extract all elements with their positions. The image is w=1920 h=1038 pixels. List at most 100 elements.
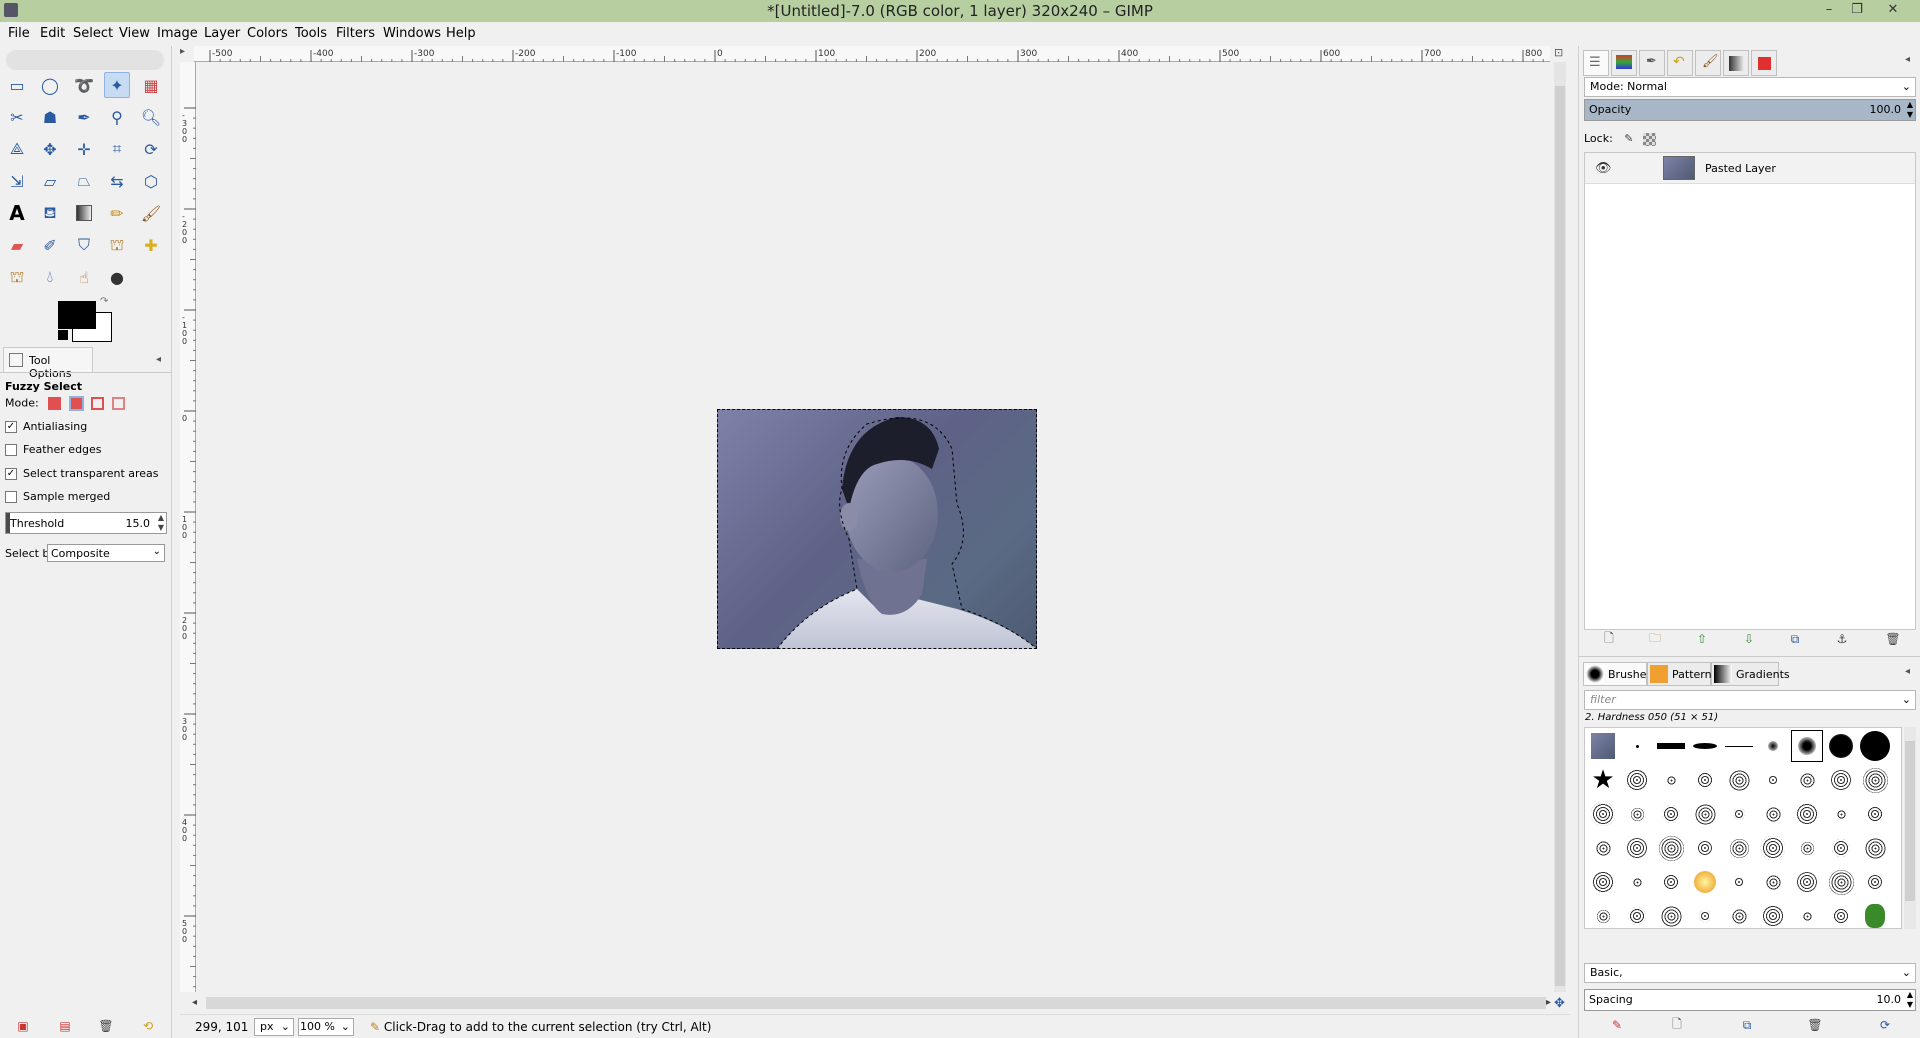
horizontal-scrollbar[interactable] <box>206 997 1546 1009</box>
dodge-burn-tool[interactable]: ● <box>104 264 130 290</box>
brush-preview[interactable] <box>1859 900 1891 928</box>
text-tool[interactable]: A <box>4 200 30 226</box>
pencil-tool[interactable]: ✏ <box>104 200 130 226</box>
rect-select-tool[interactable]: ▭ <box>4 72 30 98</box>
minimize-icon[interactable]: – <box>1816 0 1842 20</box>
unit-dropdown[interactable]: px ⌄ <box>254 1018 294 1036</box>
vertical-scrollbar-thumb[interactable] <box>1555 86 1565 986</box>
brush-preview[interactable] <box>1825 764 1857 796</box>
image-canvas[interactable] <box>717 409 1037 649</box>
scroll-right-icon[interactable]: ▸ <box>1546 997 1551 1008</box>
tab-palette[interactable] <box>1751 50 1777 76</box>
brush-preview[interactable] <box>1757 798 1789 830</box>
mode-subtract-icon[interactable] <box>91 397 105 410</box>
brush-preview[interactable] <box>1757 866 1789 898</box>
horizontal-ruler[interactable]: -500 -400 -300 -200 -100 0 100 200 300 400 500 600 7… <box>194 46 1615 62</box>
brush-preview[interactable] <box>1825 866 1857 898</box>
anchor-layer-icon[interactable]: ⚓︎ <box>1834 631 1850 647</box>
blur-sharpen-tool[interactable]: 💧︎ <box>37 264 63 290</box>
scale-tool[interactable]: ⇲ <box>4 168 30 194</box>
navigate-icon[interactable]: ✥ <box>1554 996 1565 1011</box>
fuzzy-select-tool[interactable]: ✦ <box>104 72 130 98</box>
layer-row[interactable]: 👁︎ Pasted Layer <box>1585 153 1915 184</box>
brush-preview[interactable] <box>1621 866 1653 898</box>
new-layer-group-icon[interactable]: 🗀︎ <box>1647 631 1663 647</box>
brush-preview[interactable] <box>1825 730 1857 762</box>
brush-filter-input[interactable]: filter ⌄ <box>1584 690 1916 710</box>
brush-preview[interactable] <box>1621 798 1653 830</box>
delete-brush-icon[interactable]: 🗑︎ <box>1807 1017 1823 1033</box>
threshold-spin-icon[interactable]: ▲ ▼ <box>158 513 164 533</box>
restore-icon[interactable]: ❐ <box>1844 0 1870 20</box>
menu-layer[interactable]: Layer <box>204 26 240 41</box>
select-by-color-tool[interactable]: ▦ <box>138 72 164 98</box>
sample-merged-option[interactable]: Sample merged <box>5 490 110 503</box>
brush-preview[interactable] <box>1621 832 1653 864</box>
restore-options-icon[interactable]: ▤ <box>57 1018 73 1034</box>
perspective-clone-tool[interactable]: ⛫ <box>4 264 30 290</box>
crop-tool[interactable]: ⌗ <box>104 136 130 162</box>
foreground-select-tool[interactable]: ☗ <box>37 104 63 130</box>
brush-preview[interactable] <box>1825 798 1857 830</box>
move-tool[interactable]: ✥ <box>37 136 63 162</box>
brush-preview[interactable] <box>1621 730 1653 762</box>
tab-channels[interactable] <box>1611 50 1637 76</box>
delete-options-icon[interactable]: 🗑︎ <box>98 1018 114 1034</box>
perspective-tool[interactable]: ⏢ <box>71 168 97 194</box>
antialiasing-option[interactable]: ✓ Antialiasing <box>5 420 87 433</box>
paintbrush-tool[interactable]: 🖌︎ <box>138 200 164 226</box>
shear-tool[interactable]: ▱ <box>37 168 63 194</box>
menu-windows[interactable]: Windows <box>383 26 441 41</box>
clone-tool[interactable]: ⛫ <box>104 232 130 258</box>
brush-preview[interactable] <box>1689 730 1721 762</box>
brush-preview[interactable] <box>1587 900 1619 928</box>
sample-merged-checkbox[interactable] <box>5 491 17 503</box>
menu-view[interactable]: View <box>119 26 150 41</box>
ink-tool[interactable]: ⛉ <box>71 232 97 258</box>
dock-menu-icon[interactable]: ◂ <box>1905 666 1910 677</box>
tab-gradient-editor[interactable] <box>1723 50 1749 76</box>
brush-preview[interactable] <box>1723 730 1755 762</box>
tab-undo-history[interactable]: ↶ <box>1667 50 1693 76</box>
threshold-slider[interactable]: Threshold 15.0 ▲ ▼ <box>5 512 167 534</box>
vertical-ruler[interactable]: -300-200-1000100200300400500600 <box>180 62 196 1038</box>
tab-gradients[interactable]: Gradients <box>1711 662 1790 686</box>
feather-edges-checkbox[interactable] <box>5 444 17 456</box>
ellipse-select-tool[interactable]: ◯ <box>37 72 63 98</box>
delete-layer-icon[interactable]: 🗑︎ <box>1885 631 1901 647</box>
tab-patterns[interactable]: Patterns <box>1647 662 1717 686</box>
brush-preview[interactable] <box>1655 764 1687 796</box>
brush-preview[interactable] <box>1655 832 1687 864</box>
menu-colors[interactable]: Colors <box>247 26 288 41</box>
lock-pixels-icon[interactable]: ✎ <box>1624 132 1633 145</box>
brush-preview[interactable] <box>1791 900 1823 928</box>
reset-colors-icon[interactable] <box>58 330 68 340</box>
layer-mode-dropdown[interactable]: Mode: Normal ⌄ <box>1584 77 1916 97</box>
menu-tools[interactable]: Tools <box>295 26 327 41</box>
mode-add-icon[interactable] <box>68 396 84 411</box>
new-brush-icon[interactable]: 🗋︎ <box>1669 1017 1685 1033</box>
spacing-slider[interactable]: Spacing 10.0 ▲ ▼ <box>1584 989 1916 1011</box>
brush-preview[interactable] <box>1723 900 1755 928</box>
reset-options-icon[interactable]: ⟲ <box>140 1018 156 1034</box>
opacity-spin-icon[interactable]: ▲ ▼ <box>1907 100 1913 120</box>
brush-preview[interactable] <box>1859 798 1891 830</box>
canvas-viewport[interactable] <box>197 63 1533 993</box>
raise-layer-icon[interactable]: ⇧ <box>1694 631 1710 647</box>
antialiasing-checkbox[interactable]: ✓ <box>5 421 17 433</box>
menu-select[interactable]: Select <box>73 26 113 41</box>
close-icon[interactable]: ✕ <box>1880 0 1906 20</box>
brush-preview[interactable] <box>1791 798 1823 830</box>
brush-preview[interactable] <box>1689 798 1721 830</box>
brush-preview[interactable] <box>1689 764 1721 796</box>
align-tool[interactable]: ✛ <box>71 136 97 162</box>
brush-preview[interactable] <box>1723 764 1755 796</box>
scroll-left-icon[interactable]: ◂ <box>192 997 197 1008</box>
brush-preview[interactable] <box>1859 866 1891 898</box>
eraser-tool[interactable]: ▰ <box>4 232 30 258</box>
menu-filters[interactable]: Filters <box>336 26 375 41</box>
menu-edit[interactable]: Edit <box>40 26 65 41</box>
quick-mask-menu-icon[interactable]: ▸ <box>180 46 194 62</box>
brush-preview[interactable] <box>1757 764 1789 796</box>
brush-preview[interactable] <box>1791 764 1823 796</box>
